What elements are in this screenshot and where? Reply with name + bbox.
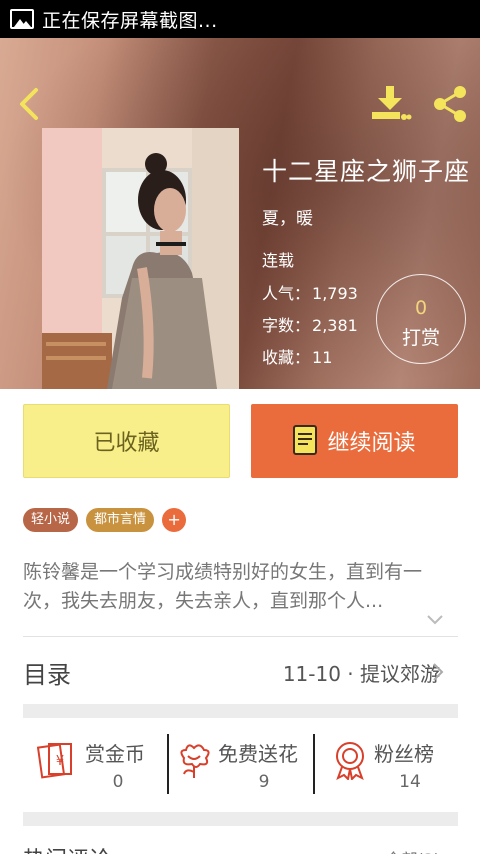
flower-icon [180, 744, 210, 778]
stat-value: 0 [112, 772, 124, 792]
separator [313, 734, 315, 794]
chevron-right-icon[interactable] [432, 662, 444, 682]
toc-latest-chapter[interactable]: 11-10 · 提议郊游 [283, 658, 440, 687]
svg-text:¥: ¥ [56, 754, 64, 769]
book-status: 连载 [262, 251, 295, 270]
tag-light-novel[interactable]: 轻小说 [23, 508, 79, 532]
stat-value: 14 [399, 772, 421, 792]
continue-reading-button[interactable]: 继续阅读 [251, 404, 458, 478]
words-stat: 字数： 2,381 [262, 312, 358, 336]
words-value: 2,381 [312, 316, 358, 335]
stat-value: 9 [258, 772, 270, 792]
hot-comments-title: 热门评论 [23, 842, 111, 854]
favorites-stat: 收藏： 11 [262, 344, 332, 368]
chevron-down-icon[interactable] [426, 614, 444, 626]
book-cover-image[interactable] [42, 128, 239, 389]
reward-button[interactable]: 0 打赏 [376, 274, 466, 364]
collected-button[interactable]: 已收藏 [23, 404, 230, 478]
stat-gold-coins[interactable]: ¥ 赏金币 0 [37, 734, 162, 796]
status-text: 正在保存屏幕截图... [42, 9, 218, 32]
book-description[interactable]: 陈铃馨是一个学习成绩特别好的女生，直到有一次，我失去朋友，失去亲人，直到那个人.… [23, 558, 457, 616]
stat-fan-ranking[interactable]: 粉丝榜 14 [330, 734, 458, 796]
favorites-label: 收藏： [262, 348, 311, 367]
stat-name: 粉丝榜 [374, 742, 434, 766]
continue-reading-label: 继续阅读 [327, 431, 416, 456]
popularity-label: 人气： [262, 284, 311, 303]
status-bar: 正在保存屏幕截图... [0, 0, 480, 38]
favorites-value: 11 [312, 348, 333, 367]
share-icon[interactable] [430, 84, 470, 124]
toc-label[interactable]: 目录 [23, 655, 71, 690]
tag-list: 轻小说 都市言情 + [23, 508, 187, 532]
medal-icon [336, 742, 364, 780]
popularity-value: 1,793 [312, 284, 358, 303]
stat-free-flowers[interactable]: 免费送花 9 [174, 734, 314, 796]
reward-count: 0 [414, 297, 428, 319]
book-header: 十二星座之狮子座 夏，暖 连载 人气： 1,793 字数： 2,381 收藏： 11 … [0, 38, 480, 389]
all-comments-link[interactable]: 全部(3) [385, 846, 440, 854]
red-envelope-icon: ¥ [37, 743, 72, 779]
download-icon[interactable] [368, 84, 412, 124]
words-label: 字数： [262, 316, 311, 335]
divider [23, 636, 458, 637]
section-divider [23, 812, 458, 826]
book-author[interactable]: 夏，暖 [262, 204, 313, 229]
back-icon[interactable] [14, 86, 46, 122]
reward-label: 打赏 [401, 327, 440, 349]
book-title: 十二星座之狮子座 [262, 157, 471, 186]
tag-urban-romance[interactable]: 都市言情 [86, 508, 155, 532]
image-icon [10, 9, 34, 29]
stat-name: 免费送花 [218, 742, 298, 766]
book-icon [293, 425, 318, 455]
popularity-stat: 人气： 1,793 [262, 280, 358, 304]
separator [167, 734, 169, 794]
section-divider [23, 704, 458, 718]
stat-name: 赏金币 [85, 742, 145, 766]
add-tag-button[interactable]: + [162, 508, 187, 532]
